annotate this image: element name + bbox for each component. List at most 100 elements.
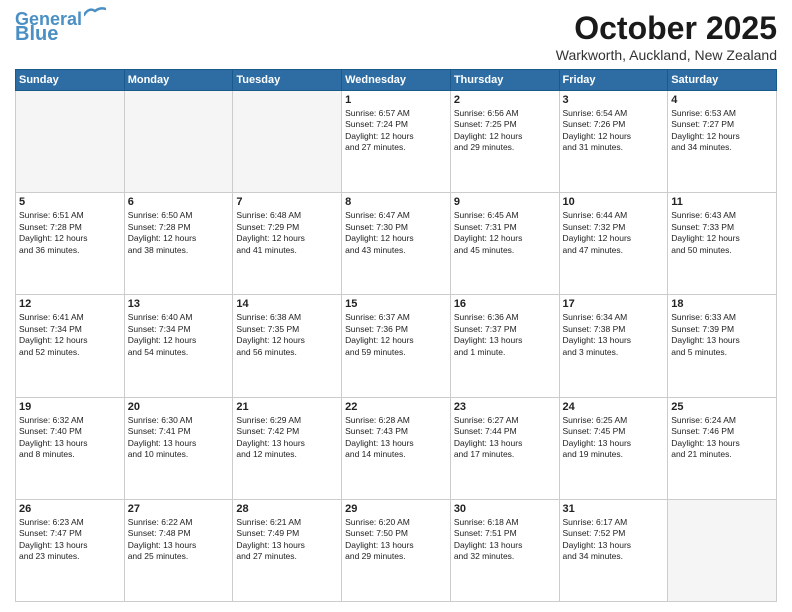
calendar-cell: 18 Sunrise: 6:33 AM Sunset: 7:39 PM Dayli…	[668, 295, 777, 397]
day-number: 26	[19, 503, 121, 515]
calendar-cell: 10 Sunrise: 6:44 AM Sunset: 7:32 PM Dayli…	[559, 193, 668, 295]
calendar-cell: 6 Sunrise: 6:50 AM Sunset: 7:28 PM Daylig…	[124, 193, 233, 295]
cell-info: Sunrise: 6:37 AM Sunset: 7:36 PM Dayligh…	[345, 312, 447, 358]
calendar-header-row: Sunday Monday Tuesday Wednesday Thursday…	[16, 70, 777, 91]
calendar-cell: 9Sunrise: 6:45 AM Sunset: 7:31 PM Daylig…	[450, 193, 559, 295]
day-number: 30	[454, 503, 556, 515]
logo: General Blue	[15, 10, 106, 44]
col-saturday: Saturday	[668, 70, 777, 91]
cell-info: Sunrise: 6:21 AM Sunset: 7:49 PM Dayligh…	[236, 517, 338, 563]
cell-info: Sunrise: 6:50 AM Sunset: 7:28 PM Dayligh…	[128, 210, 230, 256]
day-number: 21	[236, 401, 338, 413]
cell-info: Sunrise: 6:28 AM Sunset: 7:43 PM Dayligh…	[345, 415, 447, 461]
day-number: 1	[345, 94, 447, 106]
day-number: 20	[128, 401, 230, 413]
calendar-cell	[668, 499, 777, 601]
day-number: 3	[563, 94, 665, 106]
cell-info: Sunrise: 6:18 AM Sunset: 7:51 PM Dayligh…	[454, 517, 556, 563]
cell-info: Sunrise: 6:48 AM Sunset: 7:29 PM Dayligh…	[236, 210, 338, 256]
cell-info: Sunrise: 6:25 AM Sunset: 7:45 PM Dayligh…	[563, 415, 665, 461]
cell-info: Sunrise: 6:17 AM Sunset: 7:52 PM Dayligh…	[563, 517, 665, 563]
day-number: 2	[454, 94, 556, 106]
calendar-cell: 17 Sunrise: 6:34 AM Sunset: 7:38 PM Dayli…	[559, 295, 668, 397]
cell-info: Sunrise: 6:32 AM Sunset: 7:40 PM Dayligh…	[19, 415, 121, 461]
day-number: 13	[128, 298, 230, 310]
calendar-cell: 31 Sunrise: 6:17 AM Sunset: 7:52 PM Dayli…	[559, 499, 668, 601]
calendar-cell: 28 Sunrise: 6:21 AM Sunset: 7:49 PM Dayli…	[233, 499, 342, 601]
logo-blue: Blue	[15, 24, 58, 44]
day-number: 25	[671, 401, 773, 413]
calendar-cell: 1 Sunrise: 6:57 AM Sunset: 7:24 PM Daylig…	[342, 91, 451, 193]
calendar-cell: 3Sunrise: 6:54 AM Sunset: 7:26 PM Daylig…	[559, 91, 668, 193]
calendar-cell: 2 Sunrise: 6:56 AM Sunset: 7:25 PM Daylig…	[450, 91, 559, 193]
day-number: 31	[563, 503, 665, 515]
day-number: 24	[563, 401, 665, 413]
calendar-cell: 15 Sunrise: 6:37 AM Sunset: 7:36 PM Dayli…	[342, 295, 451, 397]
day-number: 8	[345, 196, 447, 208]
calendar-cell: 20 Sunrise: 6:30 AM Sunset: 7:41 PM Dayli…	[124, 397, 233, 499]
calendar-cell: 12 Sunrise: 6:41 AM Sunset: 7:34 PM Dayli…	[16, 295, 125, 397]
calendar-cell: 13 Sunrise: 6:40 AM Sunset: 7:34 PM Dayli…	[124, 295, 233, 397]
calendar-cell: 24 Sunrise: 6:25 AM Sunset: 7:45 PM Dayli…	[559, 397, 668, 499]
day-number: 15	[345, 298, 447, 310]
header: General Blue October 2025 Warkworth, Auc…	[15, 10, 777, 63]
cell-info: Sunrise: 6:40 AM Sunset: 7:34 PM Dayligh…	[128, 312, 230, 358]
cell-info: Sunrise: 6:20 AM Sunset: 7:50 PM Dayligh…	[345, 517, 447, 563]
day-number: 28	[236, 503, 338, 515]
col-sunday: Sunday	[16, 70, 125, 91]
cell-info: Sunrise: 6:33 AM Sunset: 7:39 PM Dayligh…	[671, 312, 773, 358]
cell-info: Sunrise: 6:27 AM Sunset: 7:44 PM Dayligh…	[454, 415, 556, 461]
cell-info: Sunrise: 6:30 AM Sunset: 7:41 PM Dayligh…	[128, 415, 230, 461]
day-number: 27	[128, 503, 230, 515]
cell-info: Sunrise: 6:29 AM Sunset: 7:42 PM Dayligh…	[236, 415, 338, 461]
day-number: 17	[563, 298, 665, 310]
day-number: 23	[454, 401, 556, 413]
day-number: 6	[128, 196, 230, 208]
col-tuesday: Tuesday	[233, 70, 342, 91]
col-monday: Monday	[124, 70, 233, 91]
day-number: 7	[236, 196, 338, 208]
calendar-cell: 27Sunrise: 6:22 AM Sunset: 7:48 PM Dayli…	[124, 499, 233, 601]
cell-info: Sunrise: 6:56 AM Sunset: 7:25 PM Dayligh…	[454, 108, 556, 154]
calendar-table: Sunday Monday Tuesday Wednesday Thursday…	[15, 69, 777, 602]
calendar-cell: 16 Sunrise: 6:36 AM Sunset: 7:37 PM Dayli…	[450, 295, 559, 397]
calendar-cell: 4 Sunrise: 6:53 AM Sunset: 7:27 PM Daylig…	[668, 91, 777, 193]
calendar-cell: 7 Sunrise: 6:48 AM Sunset: 7:29 PM Daylig…	[233, 193, 342, 295]
day-number: 16	[454, 298, 556, 310]
logo-bird-icon	[84, 7, 106, 23]
calendar-cell: 11 Sunrise: 6:43 AM Sunset: 7:33 PM Dayli…	[668, 193, 777, 295]
cell-info: Sunrise: 6:23 AM Sunset: 7:47 PM Dayligh…	[19, 517, 121, 563]
title-block: October 2025 Warkworth, Auckland, New Ze…	[556, 10, 777, 63]
day-number: 11	[671, 196, 773, 208]
calendar-cell: 21 Sunrise: 6:29 AM Sunset: 7:42 PM Dayli…	[233, 397, 342, 499]
day-number: 9	[454, 196, 556, 208]
calendar-cell	[233, 91, 342, 193]
month-title: October 2025	[556, 10, 777, 47]
calendar-cell: 25 Sunrise: 6:24 AM Sunset: 7:46 PM Dayli…	[668, 397, 777, 499]
calendar-cell: 29Sunrise: 6:20 AM Sunset: 7:50 PM Dayli…	[342, 499, 451, 601]
cell-info: Sunrise: 6:51 AM Sunset: 7:28 PM Dayligh…	[19, 210, 121, 256]
day-number: 22	[345, 401, 447, 413]
day-number: 10	[563, 196, 665, 208]
day-number: 18	[671, 298, 773, 310]
day-number: 14	[236, 298, 338, 310]
cell-info: Sunrise: 6:53 AM Sunset: 7:27 PM Dayligh…	[671, 108, 773, 154]
cell-info: Sunrise: 6:43 AM Sunset: 7:33 PM Dayligh…	[671, 210, 773, 256]
col-wednesday: Wednesday	[342, 70, 451, 91]
calendar-cell: 23 Sunrise: 6:27 AM Sunset: 7:44 PM Dayli…	[450, 397, 559, 499]
cell-info: Sunrise: 6:44 AM Sunset: 7:32 PM Dayligh…	[563, 210, 665, 256]
cell-info: Sunrise: 6:34 AM Sunset: 7:38 PM Dayligh…	[563, 312, 665, 358]
cell-info: Sunrise: 6:24 AM Sunset: 7:46 PM Dayligh…	[671, 415, 773, 461]
cell-info: Sunrise: 6:41 AM Sunset: 7:34 PM Dayligh…	[19, 312, 121, 358]
cell-info: Sunrise: 6:36 AM Sunset: 7:37 PM Dayligh…	[454, 312, 556, 358]
day-number: 5	[19, 196, 121, 208]
day-number: 12	[19, 298, 121, 310]
day-number: 4	[671, 94, 773, 106]
cell-info: Sunrise: 6:57 AM Sunset: 7:24 PM Dayligh…	[345, 108, 447, 154]
calendar-cell: 8 Sunrise: 6:47 AM Sunset: 7:30 PM Daylig…	[342, 193, 451, 295]
col-thursday: Thursday	[450, 70, 559, 91]
col-friday: Friday	[559, 70, 668, 91]
cell-info: Sunrise: 6:47 AM Sunset: 7:30 PM Dayligh…	[345, 210, 447, 256]
calendar-cell: 19Sunrise: 6:32 AM Sunset: 7:40 PM Dayli…	[16, 397, 125, 499]
cell-info: Sunrise: 6:38 AM Sunset: 7:35 PM Dayligh…	[236, 312, 338, 358]
